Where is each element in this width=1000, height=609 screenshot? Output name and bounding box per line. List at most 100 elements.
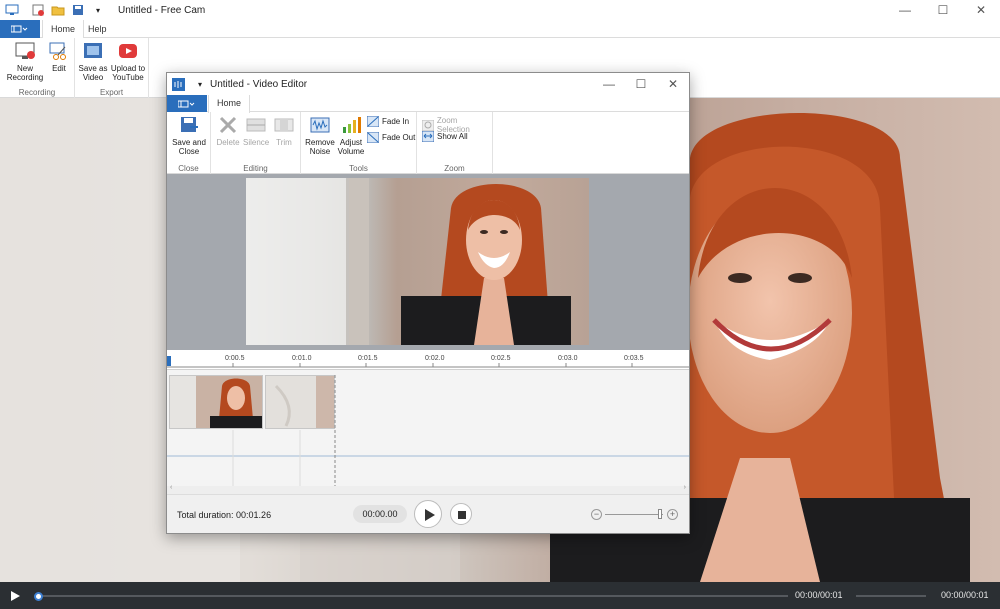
editor-ribbon-tabs: Home: [167, 95, 689, 113]
editor-current-time: 00:00.00: [353, 505, 407, 523]
current-time: 00:00/00:01: [795, 590, 843, 600]
volume-bars-icon: [343, 117, 361, 133]
edit-icon: [49, 42, 66, 60]
save-as-video-label: Save as Video: [78, 64, 108, 82]
show-all-icon: [422, 131, 434, 142]
editor-close-button[interactable]: ✕: [657, 73, 689, 95]
open-folder-icon[interactable]: [50, 2, 66, 18]
editor-play-button[interactable]: [414, 500, 442, 528]
main-titlebar: ▾ Untitled - Free Cam — ☐ ✕: [0, 0, 1000, 20]
delete-button[interactable]: Delete: [215, 115, 241, 147]
fade-in-label: Fade In: [382, 117, 410, 126]
editor-maximize-button[interactable]: ☐: [625, 73, 657, 95]
clip-thumbnail[interactable]: [169, 375, 263, 429]
youtube-icon: [119, 44, 137, 58]
quick-access-dropdown-icon[interactable]: ▾: [90, 2, 106, 18]
total-duration: Total duration: 00:01.26: [177, 510, 272, 520]
fade-out-icon: [367, 132, 379, 143]
fade-out-label: Fade Out: [382, 133, 416, 142]
app-icon: [4, 2, 20, 18]
ruler-tick-label: 0:00.5: [225, 355, 245, 362]
timeline-scrollbar[interactable]: ‹ ›: [167, 484, 689, 494]
seek-track[interactable]: [36, 595, 788, 597]
play-icon: [425, 509, 435, 521]
ruler-tick-label: 0:02.5: [491, 355, 511, 362]
close-group-label: Close: [178, 164, 199, 173]
seek-handle[interactable]: [34, 592, 43, 601]
timeline-ruler[interactable]: 0:00.5 0:01.0 0:01.5 0:02.0 0:02.5 0:03.…: [167, 350, 689, 370]
tab-help[interactable]: Help: [80, 20, 115, 38]
total-time: 00:00/00:01: [941, 590, 989, 600]
minimize-button[interactable]: —: [886, 0, 924, 20]
editor-preview: [167, 174, 689, 350]
recording-group: New Recording Edit Recording: [0, 38, 75, 98]
edit-button[interactable]: Edit: [46, 41, 72, 73]
trim-icon: [274, 118, 294, 132]
zoom-out-button[interactable]: −: [591, 509, 602, 520]
close-button[interactable]: ✕: [962, 0, 1000, 20]
editor-titlebar: ▾ Untitled - Video Editor — ☐ ✕: [167, 73, 689, 95]
ruler-tick-label: 0:02.0: [425, 355, 445, 362]
save-and-close-button[interactable]: Save and Close: [171, 115, 207, 156]
ruler-minor-ticks: [232, 363, 633, 367]
new-recording-button[interactable]: New Recording: [5, 41, 45, 82]
zoom-group-label: Zoom: [444, 164, 465, 173]
zoom-group: Zoom Selection Show All Zoom: [417, 112, 493, 174]
editor-file-menu-button[interactable]: [167, 95, 207, 112]
silence-icon: [246, 118, 266, 132]
player-bar: 00:00/00:01 00:00/00:01: [0, 582, 1000, 609]
trim-label: Trim: [276, 138, 292, 147]
adjust-volume-button[interactable]: Adjust Volume: [336, 115, 366, 156]
export-group-label: Export: [99, 88, 124, 97]
editor-app-icon: [170, 76, 186, 92]
remove-noise-icon: [310, 117, 330, 133]
film-icon: [84, 43, 102, 58]
file-menu-button[interactable]: [0, 20, 40, 38]
save-as-video-button[interactable]: Save as Video: [78, 41, 108, 82]
save-and-close-label: Save and Close: [172, 138, 206, 156]
fade-in-icon: [367, 116, 379, 127]
editing-group-label: Editing: [243, 164, 268, 173]
zoom-selection-icon: [422, 119, 434, 131]
editor-ribbon: Save and Close Close Delete Silence Trim…: [167, 112, 689, 174]
save-icon[interactable]: [70, 2, 86, 18]
editor-stop-button[interactable]: [450, 503, 472, 525]
editor-minimize-button[interactable]: —: [593, 73, 625, 95]
save-close-icon: [181, 117, 198, 132]
fade-out-button[interactable]: Fade Out: [367, 132, 415, 143]
fade-in-button[interactable]: Fade In: [367, 116, 409, 127]
timeline-track[interactable]: [167, 370, 689, 486]
maximize-button[interactable]: ☐: [924, 0, 962, 20]
play-icon[interactable]: [8, 589, 22, 603]
silence-button[interactable]: Silence: [243, 115, 269, 147]
window-title: Untitled - Free Cam: [118, 4, 206, 16]
zoom-slider-handle[interactable]: [658, 509, 662, 519]
show-all-button[interactable]: Show All: [422, 131, 468, 142]
ruler-tick-label: 0:03.5: [624, 355, 644, 362]
clip-thumbnail[interactable]: [265, 375, 335, 429]
volume-track[interactable]: [856, 595, 926, 597]
upload-youtube-button[interactable]: Upload to YouTube: [109, 41, 147, 82]
remove-noise-label: Remove Noise: [305, 138, 335, 156]
editor-video-frame: [246, 178, 589, 345]
show-all-label: Show All: [437, 132, 468, 141]
tab-home[interactable]: Home: [42, 20, 85, 39]
video-editor-window: ▾ Untitled - Video Editor — ☐ ✕ Home Sav…: [166, 72, 690, 534]
delete-icon: [219, 116, 237, 134]
tools-group: Remove Noise Adjust Volume Fade In Fade …: [301, 112, 417, 174]
editor-quick-dropdown-icon[interactable]: ▾: [192, 76, 208, 92]
delete-label: Delete: [216, 138, 240, 147]
adjust-volume-label: Adjust Volume: [337, 138, 365, 156]
recording-group-label: Recording: [18, 88, 56, 97]
upload-youtube-label: Upload to YouTube: [110, 64, 146, 82]
new-icon[interactable]: [30, 2, 46, 18]
editor-title: Untitled - Video Editor: [210, 78, 308, 90]
zoom-slider[interactable]: [605, 514, 663, 515]
editor-frame-image: [246, 178, 571, 345]
silence-label: Silence: [243, 138, 270, 147]
trim-button[interactable]: Trim: [271, 115, 297, 147]
editor-tab-home[interactable]: Home: [208, 95, 251, 113]
ruler-tick-label: 0:03.0: [558, 355, 578, 362]
zoom-in-button[interactable]: +: [667, 509, 678, 520]
remove-noise-button[interactable]: Remove Noise: [305, 115, 335, 156]
